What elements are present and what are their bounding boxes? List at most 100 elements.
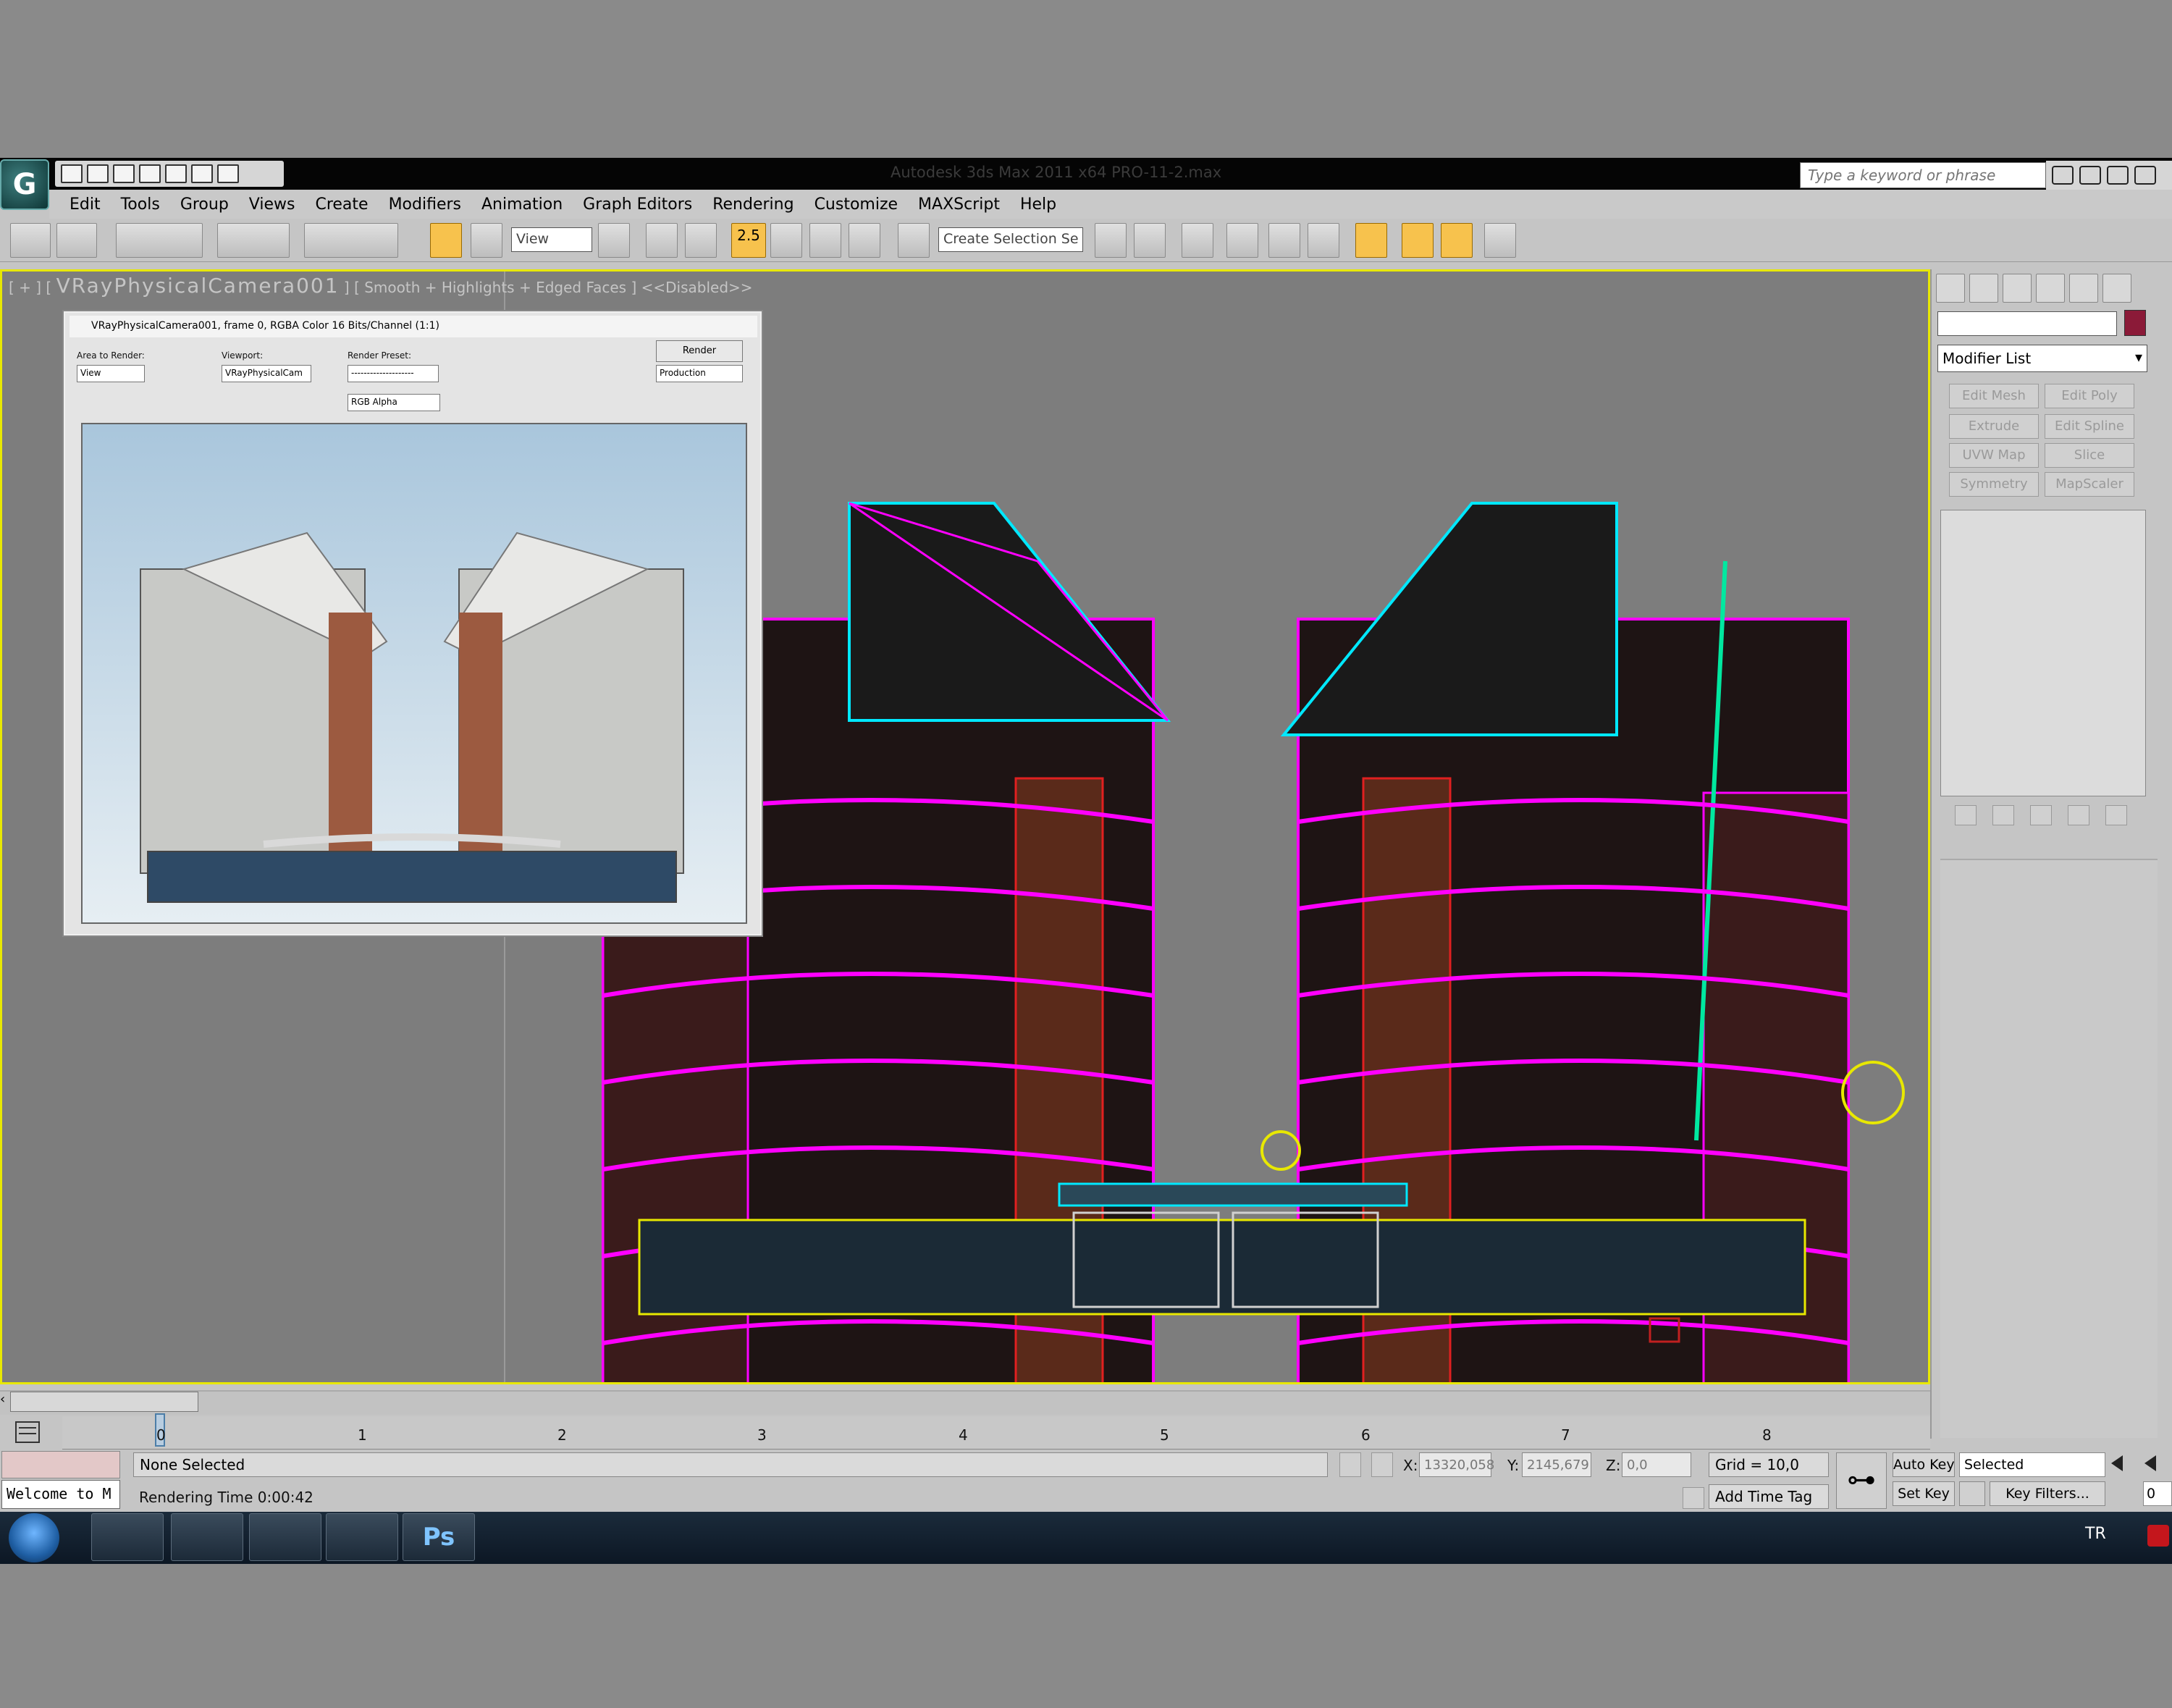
pivot-point-icon[interactable] <box>598 223 630 258</box>
time-slider[interactable] <box>0 1390 1930 1415</box>
slice-button[interactable]: Slice <box>2045 443 2134 468</box>
camera-target-helper-icon[interactable] <box>1841 1061 1905 1124</box>
mirror-icon[interactable] <box>1095 223 1127 258</box>
mapscaler-button[interactable]: MapScaler <box>2045 472 2134 497</box>
menu-customize[interactable]: Customize <box>814 195 898 214</box>
menu-help[interactable]: Help <box>1020 195 1056 214</box>
selection-filter-dropdown[interactable] <box>116 223 203 258</box>
add-time-tag-button[interactable]: Add Time Tag <box>1709 1484 1829 1509</box>
menu-create[interactable]: Create <box>315 195 368 214</box>
area-to-render-dropdown[interactable]: View <box>77 365 145 382</box>
file-explorer-icon[interactable] <box>91 1513 164 1561</box>
maxscript-mini-listener[interactable]: Welcome to M <box>1 1480 120 1509</box>
viewport-select-dropdown[interactable]: VRayPhysicalCam <box>222 365 311 382</box>
viewport-camera-name[interactable]: VRayPhysicalCamera001 <box>56 274 340 298</box>
spinner-snap-icon[interactable] <box>849 223 880 258</box>
make-unique-icon[interactable] <box>2030 805 2052 825</box>
application-menu-button[interactable]: G <box>0 159 49 210</box>
select-and-rotate-icon[interactable] <box>430 223 462 258</box>
edit-mesh-button[interactable]: Edit Mesh <box>1949 384 2039 408</box>
render-mode-dropdown[interactable]: Production <box>656 365 743 382</box>
viewport-label-prefix[interactable]: [ + ] [ <box>9 279 56 296</box>
render-production-icon[interactable] <box>1484 223 1516 258</box>
y-coordinate-field[interactable]: 2145,679 <box>1522 1452 1591 1477</box>
undo-icon[interactable] <box>139 164 161 183</box>
current-frame-field[interactable]: 0 <box>2143 1481 2172 1506</box>
extrude-button[interactable]: Extrude <box>1949 414 2039 439</box>
select-and-scale-icon[interactable] <box>471 223 502 258</box>
hierarchy-tab-icon[interactable] <box>2003 274 2032 303</box>
time-tag-icon[interactable] <box>1683 1487 1704 1509</box>
pin-stack-icon[interactable] <box>1955 805 1977 825</box>
new-file-icon[interactable] <box>61 164 83 183</box>
viewport-shading-label[interactable]: ] [ Smooth + Highlights + Edged Faces ] … <box>340 279 753 296</box>
chevron-left-icon[interactable]: ‹ <box>0 1392 10 1412</box>
photoshop-icon[interactable]: Ps <box>403 1513 475 1561</box>
angle-snap-toggle[interactable]: 2.5 <box>731 223 766 258</box>
menu-graph-editors[interactable]: Graph Editors <box>583 195 692 214</box>
graphite-ribbon-icon[interactable] <box>1226 223 1258 258</box>
select-and-move-icon[interactable] <box>304 223 398 258</box>
select-by-name-icon[interactable] <box>217 223 290 258</box>
menu-rendering[interactable]: Rendering <box>712 195 794 214</box>
open-file-icon[interactable] <box>87 164 109 183</box>
align-icon[interactable] <box>1134 223 1166 258</box>
percent-snap-icon[interactable] <box>809 223 841 258</box>
viewport-label[interactable]: [ + ] [ VRayPhysicalCamera001 ] [ Smooth… <box>9 274 753 298</box>
key-selection-dropdown[interactable]: Selected <box>1959 1452 2105 1477</box>
redo-icon[interactable] <box>165 164 187 183</box>
link-icon[interactable] <box>10 223 51 258</box>
help-icon[interactable] <box>2107 166 2129 185</box>
render-setup-icon[interactable] <box>1402 223 1434 258</box>
search-input[interactable] <box>1801 163 2045 188</box>
layer-manager-icon[interactable] <box>1182 223 1213 258</box>
absolute-mode-icon[interactable] <box>1371 1452 1393 1477</box>
keyboard-shortcut-icon[interactable] <box>685 223 717 258</box>
chrome-icon[interactable] <box>249 1513 321 1561</box>
show-end-result-icon[interactable] <box>1992 805 2014 825</box>
object-color-swatch[interactable] <box>2124 310 2146 336</box>
uvw-map-button[interactable]: UVW Map <box>1949 443 2039 468</box>
select-object-icon[interactable] <box>56 223 97 258</box>
material-editor-icon[interactable] <box>1355 223 1387 258</box>
track-bar[interactable] <box>62 1416 1930 1450</box>
select-manipulate-icon[interactable] <box>646 223 678 258</box>
menu-animation[interactable]: Animation <box>481 195 563 214</box>
tray-app-icon[interactable] <box>2147 1525 2169 1547</box>
binoculars-icon[interactable] <box>2052 166 2074 185</box>
render-button[interactable]: Render <box>656 340 743 362</box>
configure-modifier-sets-icon[interactable] <box>2105 805 2127 825</box>
symmetry-button[interactable]: Symmetry <box>1949 472 2039 497</box>
set-key-button[interactable]: Set Key <box>1893 1481 1955 1506</box>
modifier-stack[interactable] <box>1940 510 2146 796</box>
default-tangents-icon[interactable] <box>1959 1481 1985 1506</box>
menu-maxscript[interactable]: MAXScript <box>918 195 1000 214</box>
lock-selection-icon[interactable] <box>1339 1452 1361 1477</box>
utilities-tab-icon[interactable] <box>2102 274 2131 303</box>
windows-start-icon[interactable] <box>9 1513 59 1562</box>
menu-group[interactable]: Group <box>180 195 229 214</box>
menu-modifiers[interactable]: Modifiers <box>389 195 461 214</box>
teamviewer-icon[interactable] <box>171 1513 243 1561</box>
auto-key-button[interactable]: Auto Key <box>1893 1452 1955 1477</box>
remove-modifier-icon[interactable] <box>2068 805 2089 825</box>
edit-spline-button[interactable]: Edit Spline <box>2045 414 2134 439</box>
3dsmax-taskbar-icon[interactable] <box>326 1513 398 1561</box>
channel-display-dropdown[interactable]: RGB Alpha <box>348 394 440 411</box>
edit-named-selection-icon[interactable] <box>898 223 930 258</box>
previous-frame-icon[interactable] <box>2144 1455 2156 1471</box>
z-coordinate-field[interactable]: 0,0 <box>1622 1452 1691 1477</box>
key-mode-icon[interactable]: ⊶ <box>1836 1452 1887 1509</box>
maxscript-listener-mini[interactable] <box>1 1451 120 1478</box>
x-coordinate-field[interactable]: 13320,058 <box>1419 1452 1494 1477</box>
rendered-frame-window-icon[interactable] <box>1441 223 1473 258</box>
curve-editor-icon[interactable] <box>1268 223 1300 258</box>
project-folder-icon[interactable] <box>191 164 213 183</box>
reference-coordinate-dropdown[interactable]: View <box>511 227 592 252</box>
key-filters-button[interactable]: Key Filters... <box>1990 1481 2105 1506</box>
menu-tools[interactable]: Tools <box>121 195 160 214</box>
star-icon[interactable] <box>2134 166 2156 185</box>
schematic-view-icon[interactable] <box>1308 223 1339 258</box>
motion-tab-icon[interactable] <box>2036 274 2065 303</box>
named-selection-dropdown[interactable]: Create Selection Se <box>938 227 1083 252</box>
